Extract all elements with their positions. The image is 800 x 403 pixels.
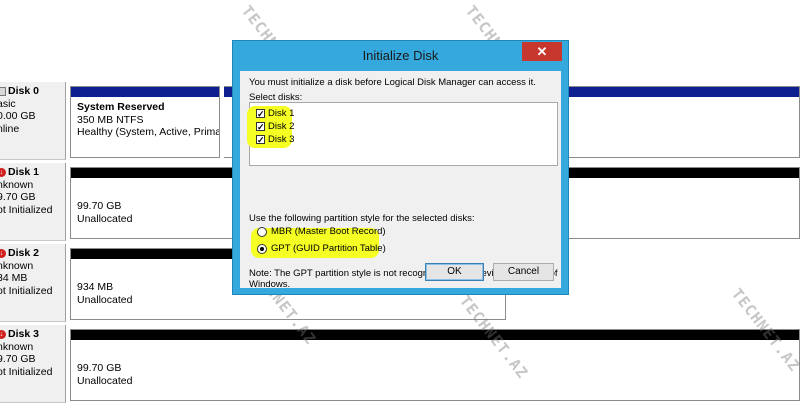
ok-button[interactable]: OK bbox=[425, 263, 484, 281]
partition-size: 99.70 GB bbox=[77, 362, 122, 374]
checkbox-checked-icon[interactable]: ✓ bbox=[256, 135, 265, 145]
checkbox-label: Disk 3 bbox=[268, 134, 295, 145]
radio-label: MBR (Master Boot Record) bbox=[271, 226, 386, 237]
disk-type: nknown bbox=[0, 340, 34, 353]
gpt-note-continued: Windows. bbox=[249, 279, 291, 290]
disk-type: asic bbox=[0, 97, 16, 110]
disk-row-3[interactable]: ↓ Disk 3 nknown 9.70 GB ot Initialized 99… bbox=[0, 325, 800, 403]
partition-status: Healthy (System, Active, Primary Par bbox=[77, 126, 219, 138]
dialog-body: You must initialize a disk before Logica… bbox=[240, 71, 561, 290]
partition-bar bbox=[71, 87, 219, 97]
radio-gpt[interactable]: GPT (GUID Partition Table) bbox=[257, 242, 386, 255]
cancel-button[interactable]: Cancel bbox=[493, 263, 554, 281]
disk-type: nknown bbox=[0, 178, 34, 191]
radio-selected-icon[interactable] bbox=[257, 243, 267, 254]
disk-name: Disk 2 bbox=[8, 247, 39, 259]
disk-name: Disk 1 bbox=[8, 166, 39, 178]
checkbox-label: Disk 1 bbox=[268, 108, 295, 119]
disk-status: ot Initialized bbox=[0, 203, 53, 216]
dialog-titlebar[interactable]: Initialize Disk ✕ bbox=[233, 41, 568, 71]
error-icon: ↓ bbox=[0, 248, 6, 258]
intro-text: You must initialize a disk before Logica… bbox=[249, 77, 536, 88]
disk-size: 9.70 GB bbox=[0, 353, 36, 365]
disk-label-0[interactable]: Disk 0 asic 0.00 GB nline bbox=[0, 82, 66, 160]
close-icon: ✕ bbox=[536, 44, 548, 59]
radio-unselected-icon[interactable] bbox=[257, 226, 267, 237]
partition-size: 350 MB NTFS bbox=[77, 113, 144, 126]
radio-label: GPT (GUID Partition Table) bbox=[271, 243, 386, 254]
disk-label-3[interactable]: ↓ Disk 3 nknown 9.70 GB ot Initialized bbox=[0, 325, 66, 403]
partition-style-label: Use the following partition style for th… bbox=[249, 213, 475, 224]
partition-unallocated[interactable]: 99.70 GB Unallocated bbox=[70, 329, 800, 401]
disk-checkbox-item[interactable]: ✓ Disk 2 bbox=[256, 120, 294, 133]
dialog-title: Initialize Disk bbox=[362, 48, 439, 63]
disk-size: 0.00 GB bbox=[0, 110, 36, 122]
partition-status: Unallocated bbox=[77, 374, 133, 387]
error-icon: ↓ bbox=[0, 167, 6, 177]
close-button[interactable]: ✕ bbox=[522, 42, 562, 61]
disk-status: nline bbox=[0, 122, 20, 135]
disk-checkbox-item[interactable]: ✓ Disk 3 bbox=[256, 133, 294, 146]
disk-label-1[interactable]: ↓ Disk 1 nknown 9.70 GB ot Initialized bbox=[0, 163, 66, 241]
disk-type: nknown bbox=[0, 259, 34, 272]
partition-status: Unallocated bbox=[77, 293, 133, 306]
disk-size: 9.70 GB bbox=[0, 191, 36, 203]
checkbox-checked-icon[interactable]: ✓ bbox=[256, 109, 265, 119]
disk-icon bbox=[0, 86, 6, 96]
disk-name: Disk 0 bbox=[8, 85, 39, 97]
disk-name: Disk 3 bbox=[8, 328, 39, 340]
disk-checkbox-item[interactable]: ✓ Disk 1 bbox=[256, 107, 294, 120]
disk-select-list[interactable]: ✓ Disk 1 ✓ Disk 2 ✓ Disk 3 bbox=[247, 102, 558, 166]
disk-status: ot Initialized bbox=[0, 284, 53, 297]
partition-system-reserved[interactable]: System Reserved 350 MB NTFS Healthy (Sys… bbox=[70, 86, 220, 158]
radio-mbr[interactable]: MBR (Master Boot Record) bbox=[257, 225, 386, 238]
disk-size: 34 MB bbox=[0, 272, 28, 284]
partition-bar bbox=[71, 330, 799, 340]
partition-title: System Reserved bbox=[77, 101, 165, 113]
disk-status: ot Initialized bbox=[0, 365, 53, 378]
error-icon: ↓ bbox=[0, 329, 6, 339]
checkbox-label: Disk 2 bbox=[268, 121, 295, 132]
checkbox-checked-icon[interactable]: ✓ bbox=[256, 122, 265, 132]
initialize-disk-dialog: Initialize Disk ✕ You must initialize a … bbox=[232, 40, 569, 295]
disk-label-2[interactable]: ↓ Disk 2 nknown 34 MB ot Initialized bbox=[0, 244, 66, 322]
